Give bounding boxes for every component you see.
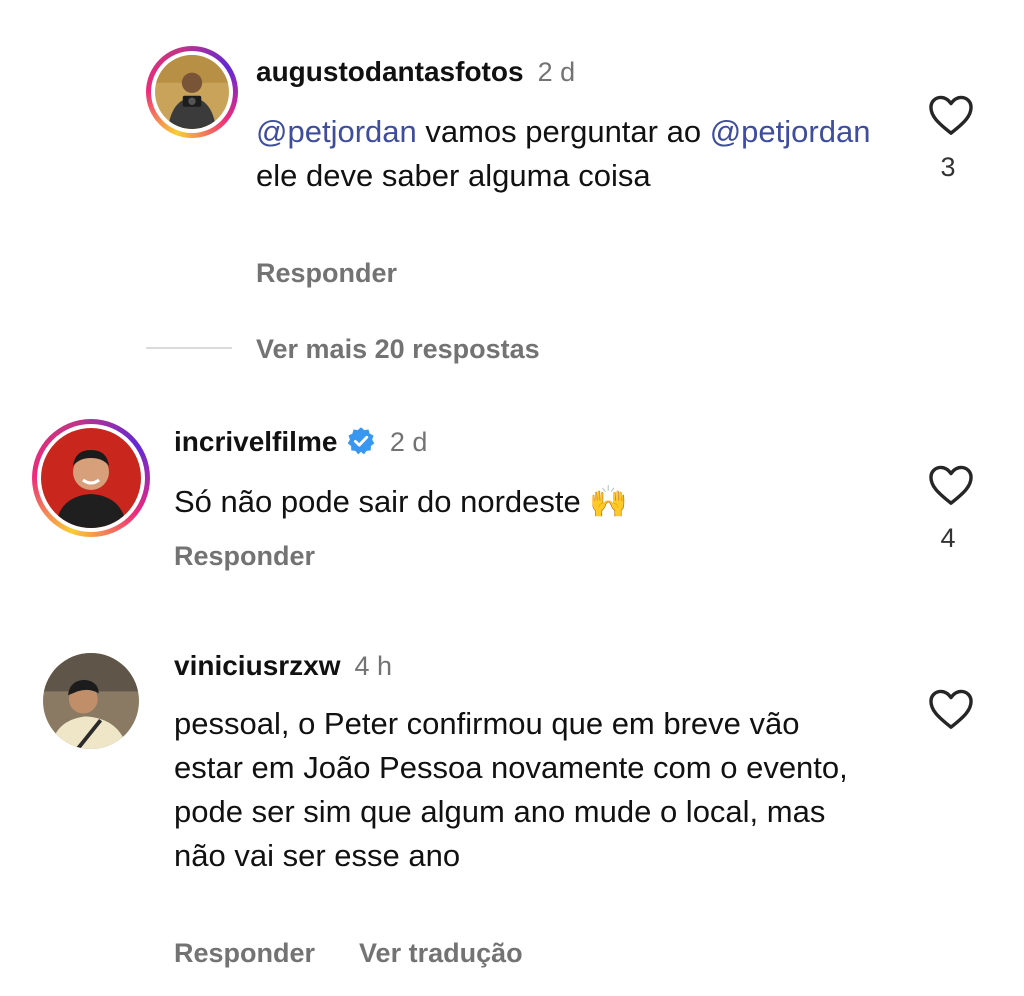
- mention-link[interactable]: @petjordan: [256, 114, 417, 149]
- like-button[interactable]: [928, 464, 974, 511]
- username[interactable]: augustodantasfotos: [256, 56, 524, 87]
- avatar-photo: [155, 55, 229, 129]
- like-button[interactable]: [928, 688, 974, 735]
- heart-icon: [929, 95, 973, 135]
- comment-text-fragment: ele deve saber alguma coisa: [256, 158, 651, 193]
- avatar-photo: [43, 653, 139, 749]
- heart-icon: [929, 465, 973, 505]
- heart-icon: [929, 689, 973, 729]
- comment-text-fragment: vamos perguntar ao: [416, 114, 710, 149]
- like-count: 4: [940, 523, 956, 553]
- comment-header: viniciusrzxw 4 h: [174, 650, 392, 682]
- comment-text: @petjordan vamos perguntar ao @petjordan…: [256, 110, 876, 198]
- timestamp: 4 h: [354, 651, 393, 681]
- comment-text: pessoal, o Peter confirmou que em breve …: [174, 706, 848, 873]
- verified-badge-icon: [347, 427, 375, 455]
- reply-button[interactable]: Responder: [174, 938, 315, 968]
- like-button[interactable]: [928, 94, 974, 141]
- comment-header: augustodantasfotos 2 d: [256, 56, 575, 88]
- replies-divider: [146, 347, 232, 349]
- reply-button[interactable]: Responder: [174, 541, 315, 572]
- like-count: 3: [940, 152, 956, 182]
- avatar-incrivelfilme[interactable]: [32, 419, 150, 537]
- avatar-augustodantasfotos[interactable]: [146, 46, 238, 138]
- avatar-viniciusrzxw[interactable]: [43, 653, 139, 749]
- avatar-photo: [41, 428, 141, 528]
- comment-header: incrivelfilme 2 d: [174, 426, 427, 458]
- username[interactable]: viniciusrzxw: [174, 650, 341, 681]
- mention-link[interactable]: @petjordan: [710, 114, 871, 149]
- timestamp: 2 d: [389, 427, 428, 457]
- reply-button[interactable]: Responder: [256, 258, 397, 289]
- comment-actions: Responder Ver tradução: [174, 938, 523, 969]
- username[interactable]: incrivelfilme: [174, 426, 337, 457]
- translate-button[interactable]: Ver tradução: [359, 938, 523, 968]
- view-more-replies-button[interactable]: Ver mais 20 respostas: [256, 334, 540, 365]
- comment-text: Só não pode sair do nordeste 🙌: [174, 484, 628, 519]
- timestamp: 2 d: [537, 57, 576, 87]
